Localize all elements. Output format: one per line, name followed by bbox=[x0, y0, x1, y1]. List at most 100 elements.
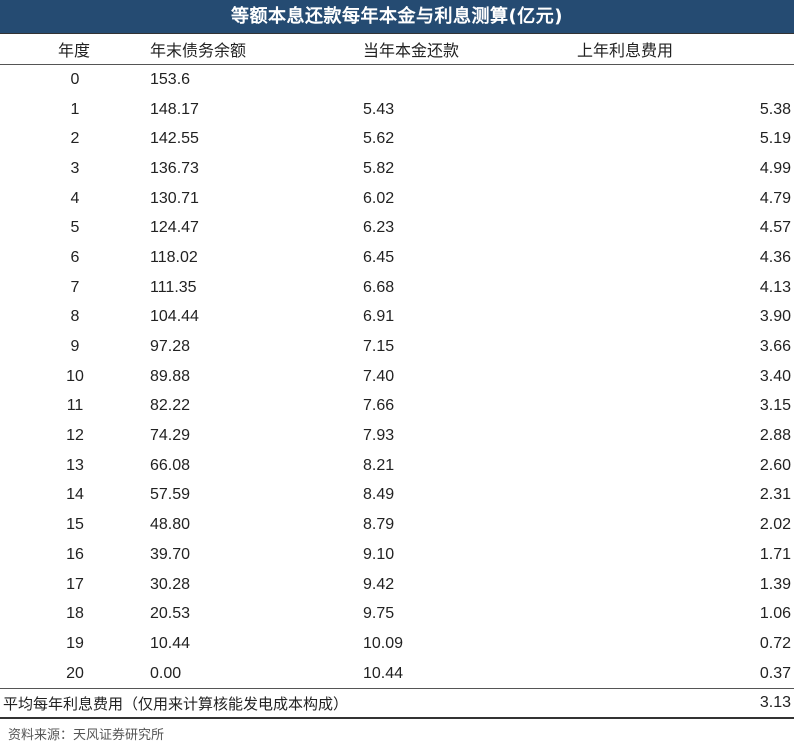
cell-principal: 5.62 bbox=[363, 130, 395, 148]
cell-debt-balance: 111.35 bbox=[150, 278, 197, 296]
cell-year: 4 bbox=[70, 189, 80, 207]
cell-year: 16 bbox=[66, 545, 84, 563]
cell-debt-balance: 153.6 bbox=[150, 70, 191, 88]
table-body: 0 153.6 1 148.17 5.43 5.38 2 142.55 5.62 5.19 3 136… bbox=[0, 65, 794, 689]
cell-principal: 7.93 bbox=[363, 427, 395, 445]
source-note: 资料来源：天风证券研究所 bbox=[8, 728, 165, 743]
cell-principal: 10.09 bbox=[363, 634, 404, 652]
cell-interest: 2.60 bbox=[759, 456, 791, 474]
cell-principal: 6.23 bbox=[363, 219, 395, 237]
cell-debt-balance: 57.59 bbox=[150, 486, 191, 504]
cell-principal: 7.66 bbox=[363, 397, 395, 415]
cell-year: 11 bbox=[66, 397, 84, 415]
table-row: 19 10.44 10.09 0.72 bbox=[0, 629, 794, 659]
table-row: 13 66.08 8.21 2.60 bbox=[0, 451, 794, 481]
cell-debt-balance: 74.29 bbox=[150, 427, 191, 445]
header-row: 年度 年末债务余额 当年本金还款 上年利息费用 bbox=[0, 34, 794, 65]
table-row: 17 30.28 9.42 1.39 bbox=[0, 570, 794, 600]
cell-interest: 0.72 bbox=[759, 634, 791, 652]
cell-debt-balance: 148.17 bbox=[150, 100, 199, 118]
data-table: 年度 年末债务余额 当年本金还款 上年利息费用 0 153.6 1 148.17 5.4… bbox=[0, 34, 794, 720]
cell-year: 19 bbox=[66, 634, 84, 652]
cell-year: 8 bbox=[70, 308, 80, 326]
cell-interest: 3.90 bbox=[759, 308, 791, 326]
col-header-debt: 年末债务余额 bbox=[150, 34, 363, 65]
cell-interest: 2.88 bbox=[759, 427, 791, 445]
cell-principal: 9.10 bbox=[363, 545, 395, 563]
cell-year: 2 bbox=[70, 130, 80, 148]
cell-interest: 4.99 bbox=[759, 159, 791, 177]
cell-debt-balance: 104.44 bbox=[150, 308, 199, 326]
table-row: 2 142.55 5.62 5.19 bbox=[0, 124, 794, 154]
cell-debt-balance: 20.53 bbox=[150, 605, 191, 623]
cell-interest: 1.06 bbox=[759, 605, 791, 623]
table-row: 11 82.22 7.66 3.15 bbox=[0, 392, 794, 422]
cell-debt-balance: 97.28 bbox=[150, 338, 191, 356]
cell-interest: 3.15 bbox=[759, 397, 791, 415]
cell-principal: 6.45 bbox=[363, 248, 395, 266]
cell-debt-balance: 66.08 bbox=[150, 456, 191, 474]
cell-principal: 8.21 bbox=[363, 456, 395, 474]
cell-principal bbox=[363, 65, 577, 95]
cell-year: 5 bbox=[70, 219, 80, 237]
col-header-interest: 上年利息费用 bbox=[577, 34, 794, 65]
table-row: 9 97.28 7.15 3.66 bbox=[0, 332, 794, 362]
cell-year: 12 bbox=[66, 427, 84, 445]
cell-principal: 6.02 bbox=[363, 189, 395, 207]
cell-interest: 0.37 bbox=[759, 664, 791, 682]
cell-debt-balance: 30.28 bbox=[150, 575, 191, 593]
cell-year: 18 bbox=[66, 605, 84, 623]
cell-year: 3 bbox=[70, 159, 80, 177]
cell-year: 1 bbox=[70, 100, 80, 118]
cell-debt-balance: 136.73 bbox=[150, 159, 199, 177]
cell-debt-balance: 48.80 bbox=[150, 516, 191, 534]
table-row: 6 118.02 6.45 4.36 bbox=[0, 243, 794, 273]
cell-interest bbox=[577, 65, 794, 95]
cell-year: 14 bbox=[66, 486, 84, 504]
footer-row: 平均每年利息费用（仅用来计算核能发电成本构成） 3.13 bbox=[0, 688, 794, 720]
table-row: 10 89.88 7.40 3.40 bbox=[0, 362, 794, 392]
cell-interest: 5.38 bbox=[759, 100, 791, 118]
cell-principal: 10.44 bbox=[363, 664, 404, 682]
table-row: 4 130.71 6.02 4.79 bbox=[0, 184, 794, 214]
table-row: 1 148.17 5.43 5.38 bbox=[0, 95, 794, 125]
col-header-principal: 当年本金还款 bbox=[363, 34, 577, 65]
table-row: 14 57.59 8.49 2.31 bbox=[0, 481, 794, 511]
cell-debt-balance: 39.70 bbox=[150, 545, 191, 563]
cell-principal: 7.15 bbox=[363, 338, 395, 356]
cell-interest: 4.57 bbox=[759, 219, 791, 237]
table-row: 12 74.29 7.93 2.88 bbox=[0, 421, 794, 451]
table-row: 0 153.6 bbox=[0, 65, 794, 95]
cell-year: 7 bbox=[70, 278, 80, 296]
table-row: 20 0.00 10.44 0.37 bbox=[0, 659, 794, 689]
table-row: 15 48.80 8.79 2.02 bbox=[0, 510, 794, 540]
footer-value: 3.13 bbox=[577, 688, 794, 720]
cell-debt-balance: 10.44 bbox=[150, 634, 191, 652]
table-row: 18 20.53 9.75 1.06 bbox=[0, 599, 794, 629]
col-header-year: 年度 bbox=[0, 34, 150, 65]
cell-interest: 4.13 bbox=[759, 278, 791, 296]
cell-principal: 9.75 bbox=[363, 605, 395, 623]
cell-year: 13 bbox=[66, 456, 84, 474]
cell-interest: 1.71 bbox=[759, 545, 791, 563]
cell-year: 9 bbox=[70, 338, 80, 356]
cell-year: 10 bbox=[66, 367, 84, 385]
cell-interest: 1.39 bbox=[759, 575, 791, 593]
cell-debt-balance: 124.47 bbox=[150, 219, 199, 237]
cell-interest: 2.02 bbox=[759, 516, 791, 534]
cell-debt-balance: 118.02 bbox=[150, 248, 198, 266]
cell-interest: 4.79 bbox=[759, 189, 791, 207]
table-row: 7 111.35 6.68 4.13 bbox=[0, 273, 794, 303]
table-row: 16 39.70 9.10 1.71 bbox=[0, 540, 794, 570]
cell-year: 6 bbox=[70, 248, 80, 266]
cell-debt-balance: 130.71 bbox=[150, 189, 199, 207]
table-row: 3 136.73 5.82 4.99 bbox=[0, 154, 794, 184]
cell-principal: 8.49 bbox=[363, 486, 395, 504]
cell-debt-balance: 0.00 bbox=[150, 664, 182, 682]
cell-principal: 5.43 bbox=[363, 100, 395, 118]
cell-debt-balance: 82.22 bbox=[150, 397, 191, 415]
cell-principal: 7.40 bbox=[363, 367, 395, 385]
cell-principal: 8.79 bbox=[363, 516, 395, 534]
table-row: 8 104.44 6.91 3.90 bbox=[0, 303, 794, 333]
cell-year: 17 bbox=[66, 575, 84, 593]
